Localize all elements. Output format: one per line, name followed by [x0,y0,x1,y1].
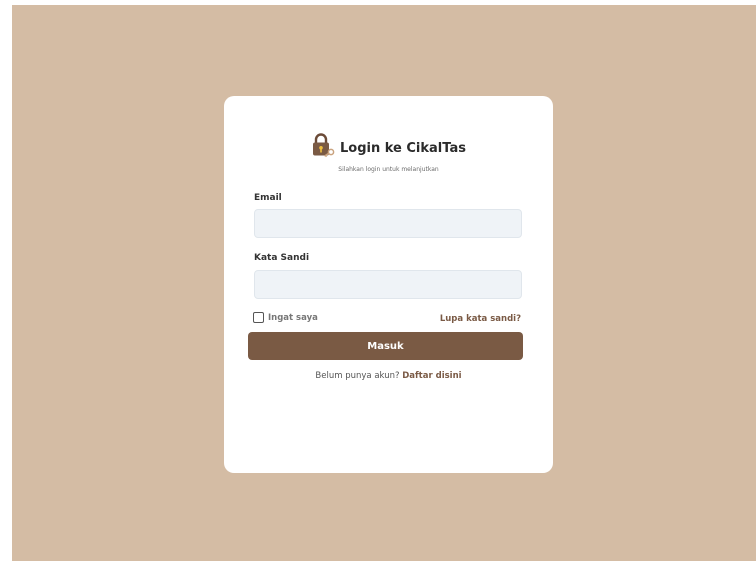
login-card: Login ke CikalTas Silahkan login untuk m… [224,96,553,473]
register-link[interactable]: Daftar disini [402,371,461,381]
remember-checkbox[interactable] [253,312,264,323]
email-label: Email [254,193,282,203]
login-header: Login ke CikalTas [224,133,553,159]
password-label: Kata Sandi [254,253,310,263]
remember-me[interactable]: Ingat saya [253,312,318,323]
page-title: Login ke CikalTas [340,140,466,156]
password-field[interactable] [254,270,522,299]
register-prompt: Belum punya akun? Daftar disini [224,371,553,381]
lock-with-key-icon [313,133,335,158]
email-field[interactable] [254,209,522,238]
forgot-password-link[interactable]: Lupa kata sandi? [440,314,521,324]
register-prompt-text: Belum punya akun? [315,371,400,381]
remember-label: Ingat saya [268,312,318,323]
login-button[interactable]: Masuk [248,332,523,360]
page-background: Login ke CikalTas Silahkan login untuk m… [12,5,756,561]
page-subtitle: Silahkan login untuk melanjutkan [338,166,439,173]
